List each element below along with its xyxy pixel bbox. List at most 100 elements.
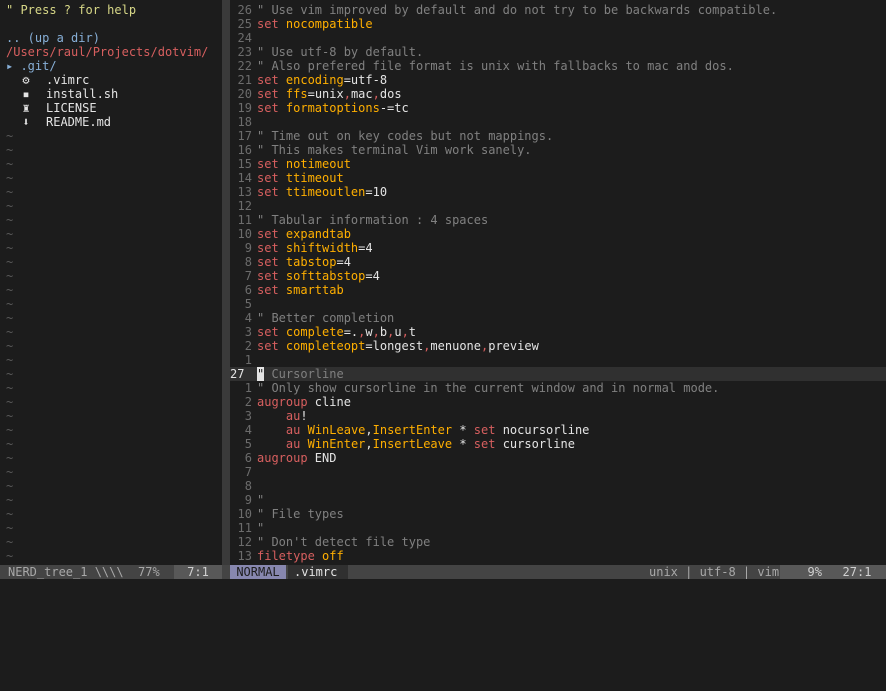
code-line[interactable]: 2 augroup cline [230, 395, 886, 409]
code-line[interactable]: 5 au WinEnter,InsertLeave * set cursorli… [230, 437, 886, 451]
code-token: " Use vim improved by default and do not… [257, 3, 778, 17]
code-line[interactable]: 12 [230, 199, 886, 213]
tree-position: 7:1 [174, 565, 222, 579]
tree-dir-git[interactable]: ▸ .git/ [0, 59, 221, 73]
code-line[interactable]: 1 " Only show cursorline in the current w… [230, 381, 886, 395]
code-line[interactable]: 7 [230, 465, 886, 479]
up-a-dir-link[interactable]: .. (up a dir) [0, 31, 221, 45]
editor-buffer[interactable]: 26 " Use vim improved by default and do n… [230, 3, 886, 563]
line-number: 22 [237, 59, 252, 73]
empty-line-tilde: ~ [6, 325, 14, 339]
line-number: 9 [244, 493, 252, 507]
empty-line-tilde: ~ [6, 465, 14, 479]
code-token: , [343, 87, 351, 101]
code-text: " Use vim improved by default and do not… [257, 3, 886, 17]
code-line[interactable]: 10 set expandtab [230, 227, 886, 241]
tree-file-item[interactable]: ⚙ .vimrc [0, 73, 221, 87]
code-line[interactable]: 21 set encoding=utf-8 [230, 73, 886, 87]
code-line[interactable]: 6 augroup END [230, 451, 886, 465]
code-line[interactable]: 3 au! [230, 409, 886, 423]
file-info: unix | utf-8 | vim [649, 565, 780, 579]
code-line[interactable]: 12 " Don't detect file type [230, 535, 886, 549]
code-line[interactable]: 11 " Tabular information : 4 spaces [230, 213, 886, 227]
line-number: 16 [237, 143, 252, 157]
code-line[interactable]: 18 [230, 115, 886, 129]
code-token: set [257, 87, 286, 101]
code-line[interactable]: 14 set ttimeout [230, 171, 886, 185]
code-token: " [257, 521, 265, 535]
vertical-split[interactable] [222, 0, 230, 565]
line-number: 17 [237, 129, 252, 143]
mode-indicator: NORMAL [230, 565, 286, 579]
tree-file-item[interactable]: ⬇ README.md [0, 115, 221, 129]
empty-line-tilde: ~ [6, 367, 14, 381]
line-number: 4 [244, 423, 252, 437]
code-line[interactable]: 13 filetype off [230, 549, 886, 563]
code-line[interactable]: 26 " Use vim improved by default and do n… [230, 3, 886, 17]
code-line[interactable]: 5 [230, 297, 886, 311]
code-token: " This makes terminal Vim work sanely. [257, 143, 532, 157]
code-line[interactable]: 24 [230, 31, 886, 45]
code-line[interactable]: 4 au WinLeave,InsertEnter * set nocursor… [230, 423, 886, 437]
code-line[interactable]: 2 set completeopt=longest,menuone,preview [230, 339, 886, 353]
code-line[interactable]: 10 " File types [230, 507, 886, 521]
code-line[interactable]: 6 set smarttab [230, 283, 886, 297]
code-text: set ttimeout [257, 171, 886, 185]
cursor-line[interactable]: 27 " Cursorline [230, 367, 886, 381]
code-token: b [379, 325, 388, 339]
code-line[interactable]: 1 [230, 353, 886, 367]
tree-root-path[interactable]: /Users/raul/Projects/dotvim/ [0, 45, 221, 59]
code-line[interactable]: 25 set nocompatible [230, 17, 886, 31]
empty-line-tilde: ~ [6, 227, 14, 241]
empty-line-tilde: ~ [6, 297, 14, 311]
code-line[interactable]: 9 " [230, 493, 886, 507]
empty-line-tilde: ~ [6, 395, 14, 409]
nerdtree-pane[interactable]: " Press ? for help .. (up a dir) /Users/… [0, 3, 221, 563]
line-number: 10 [237, 507, 252, 521]
code-token: =4 [365, 269, 380, 283]
code-text: " Also prefered file format is unix with… [257, 59, 886, 73]
status-line: NERD_tree_1 \\\\ 77% 7:1 NORMAL .vimrc u… [0, 565, 886, 579]
code-line[interactable]: 11 " [230, 521, 886, 535]
code-text: " Only show cursorline in the current wi… [257, 381, 886, 395]
code-line[interactable]: 9 set shiftwidth=4 [230, 241, 886, 255]
code-line[interactable]: 16 " This makes terminal Vim work sanely. [230, 143, 886, 157]
code-line[interactable]: 23 " Use utf-8 by default. [230, 45, 886, 59]
code-text: " [257, 521, 886, 535]
code-token: set [257, 325, 286, 339]
line-number: 7 [244, 465, 252, 479]
code-line[interactable]: 3 set complete=.,w,b,u,t [230, 325, 886, 339]
code-line[interactable]: 7 set softtabstop=4 [230, 269, 886, 283]
code-line[interactable]: 19 set formatoptions-=tc [230, 101, 886, 115]
code-line[interactable]: 20 set ffs=unix,mac,dos [230, 87, 886, 101]
code-line[interactable]: 13 set ttimeoutlen=10 [230, 185, 886, 199]
code-text: au WinLeave,InsertEnter * set nocursorli… [257, 423, 886, 437]
code-token: expandtab [285, 227, 351, 241]
line-number: 7 [244, 269, 252, 283]
code-line[interactable]: 8 [230, 479, 886, 493]
line-number: 5 [244, 297, 252, 311]
empty-line-tilde: ~ [6, 311, 14, 325]
code-token: completeopt [285, 339, 366, 353]
code-line[interactable]: 4 " Better completion [230, 311, 886, 325]
code-text: set smarttab [257, 283, 886, 297]
code-token: , [365, 437, 373, 451]
file-name-label: README.md [46, 115, 112, 129]
code-token: , [401, 325, 409, 339]
code-line[interactable]: 15 set notimeout [230, 157, 886, 171]
code-token: Cursorline [264, 367, 344, 381]
tree-file-item[interactable]: ♜ LICENSE [0, 101, 221, 115]
code-line[interactable]: 22 " Also prefered file format is unix wi… [230, 59, 886, 73]
line-number: 8 [244, 255, 252, 269]
code-text: set notimeout [257, 157, 886, 171]
code-token: " [257, 493, 265, 507]
code-text: set complete=.,w,b,u,t [257, 325, 886, 339]
tree-file-item[interactable]: ▪ install.sh [0, 87, 221, 101]
code-token: =longest [365, 339, 424, 353]
code-line[interactable]: 17 " Time out on key codes but not mappin… [230, 129, 886, 143]
code-line[interactable]: 8 set tabstop=4 [230, 255, 886, 269]
